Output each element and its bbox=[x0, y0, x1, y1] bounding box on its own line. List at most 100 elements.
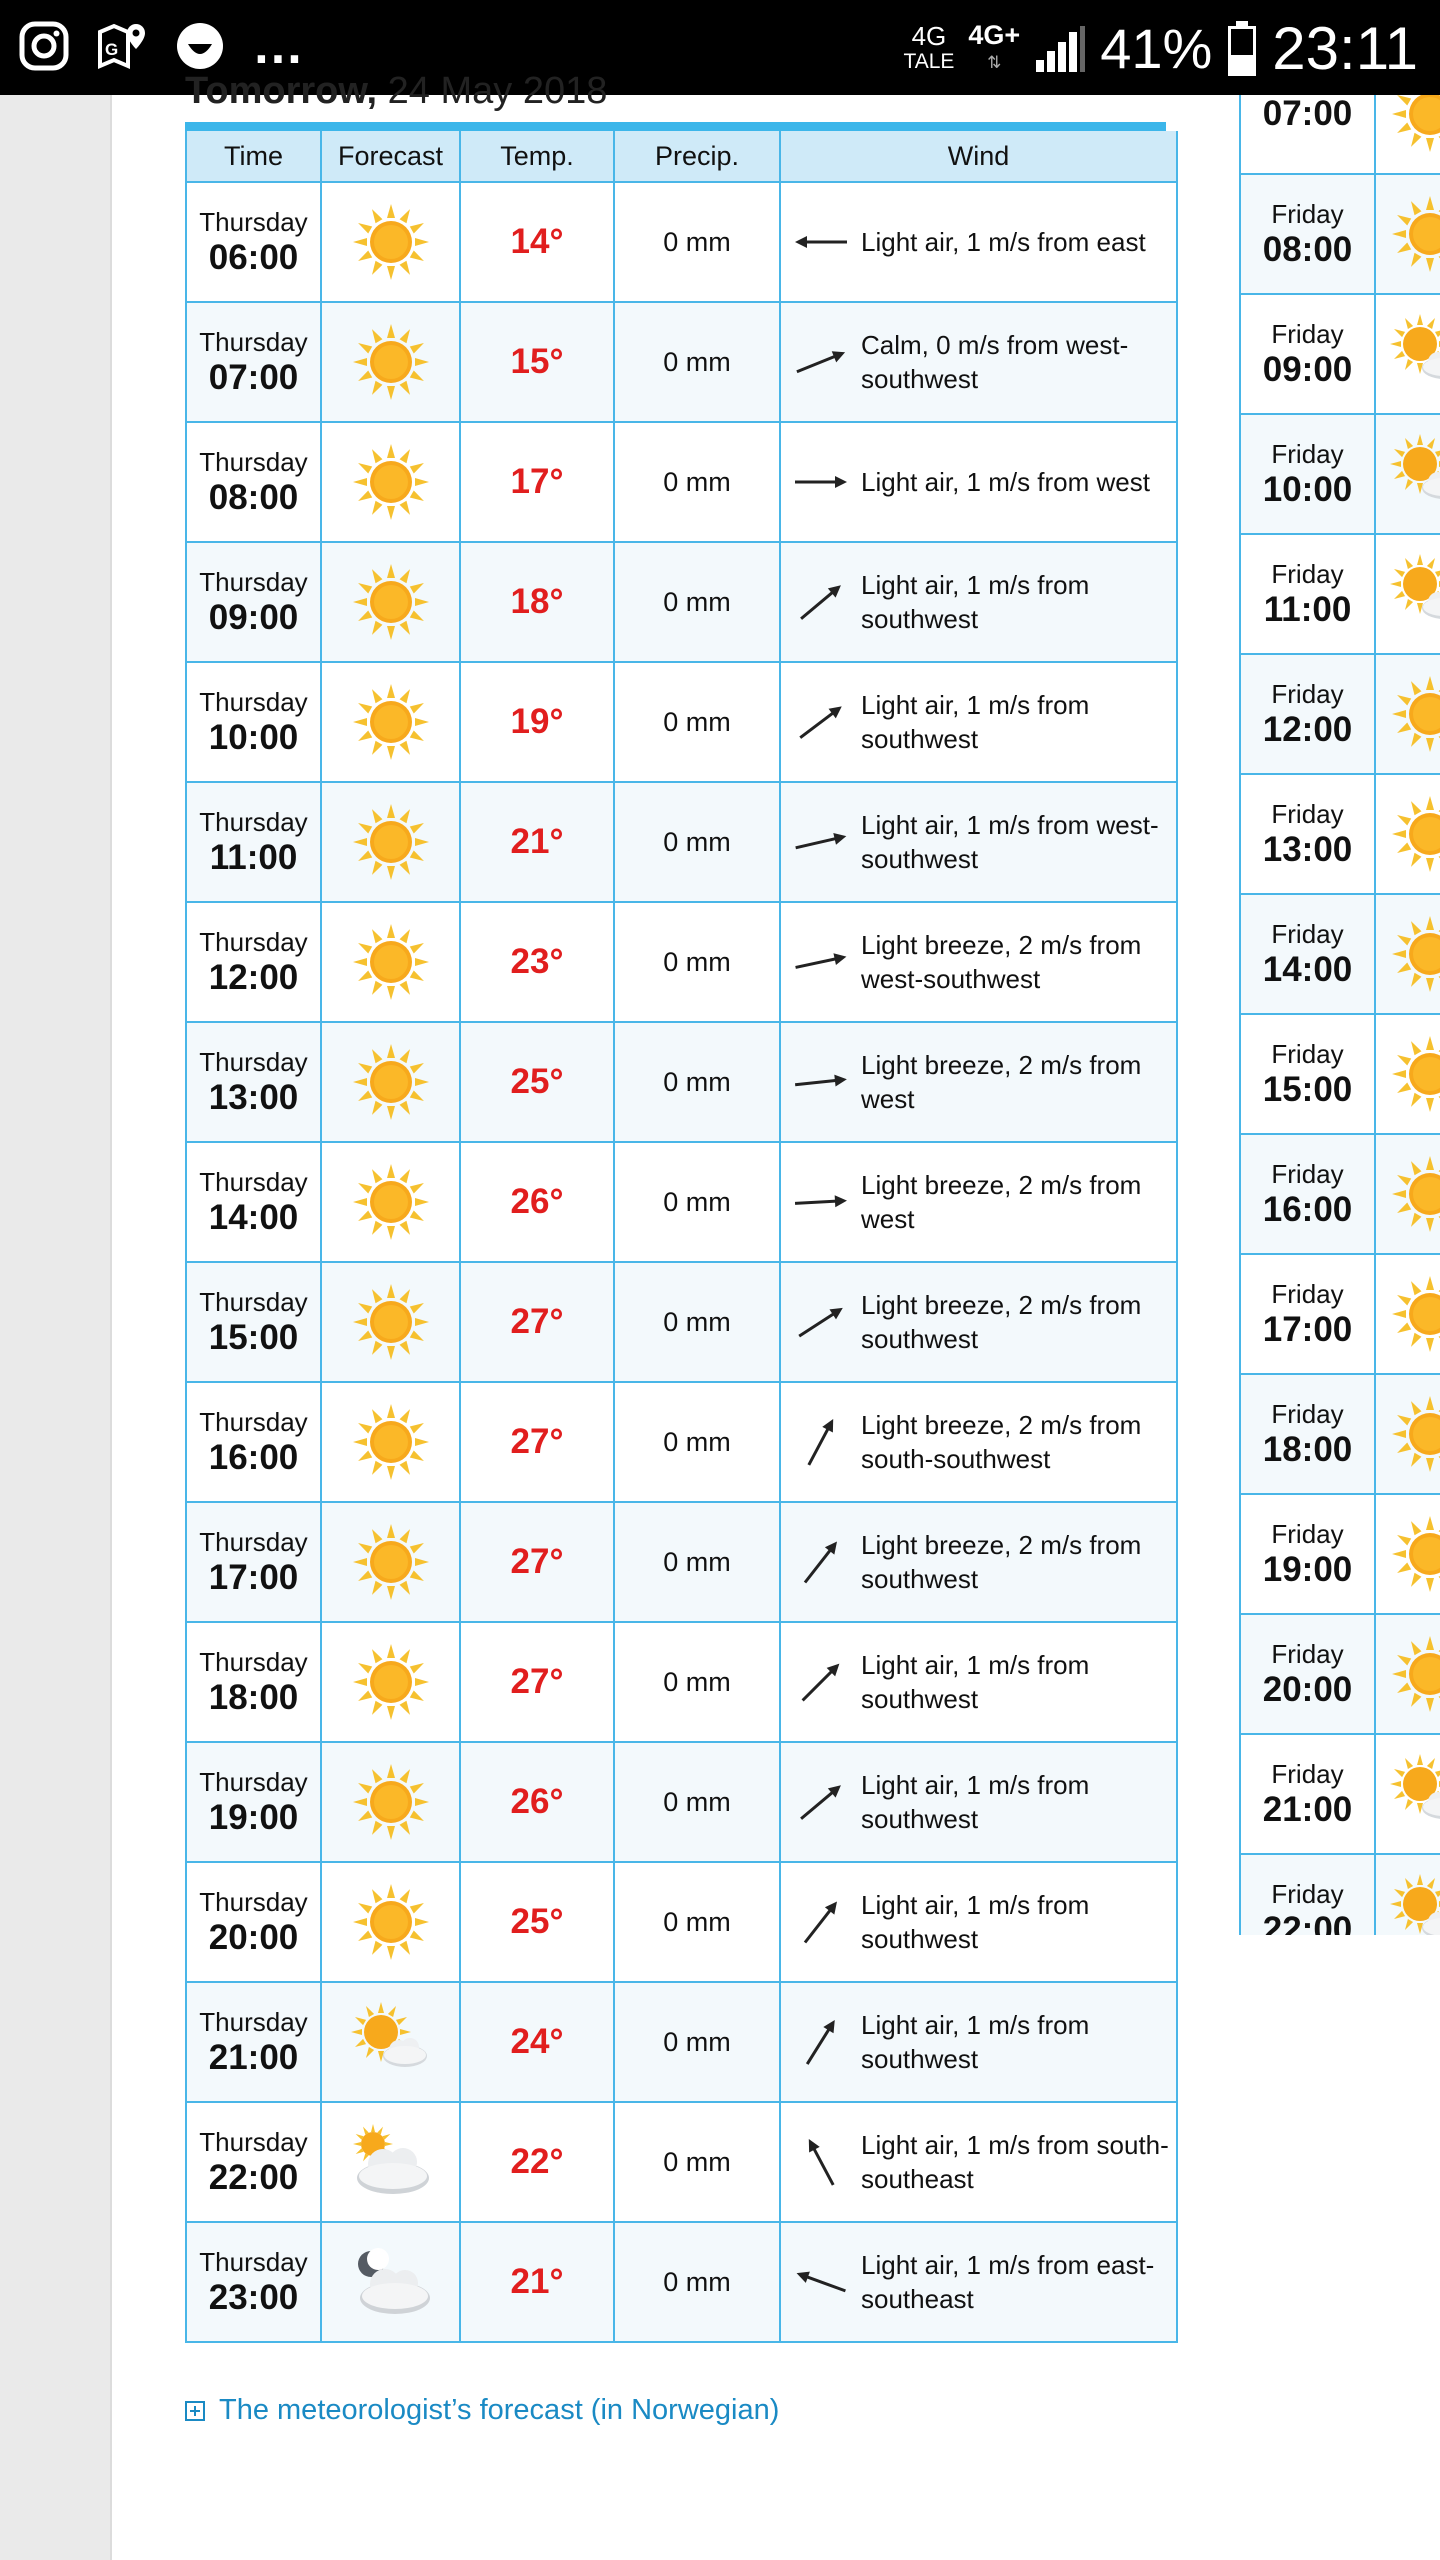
row-hour: 18:00 bbox=[1262, 1430, 1353, 1469]
moon-cloud-icon bbox=[349, 2240, 433, 2324]
next-day-row: Friday 16:00 bbox=[1239, 1133, 1440, 1255]
wind-description: Light air, 1 m/s from southwest bbox=[861, 1890, 1090, 1954]
time-cell: Thursday 15:00 bbox=[185, 1261, 322, 1383]
forecast-row: Thursday 08:00 17° 0 mm Light air, 1 m/s fro… bbox=[185, 421, 1178, 543]
notification-icons: G … bbox=[18, 20, 306, 72]
wind-cell: Light breeze, 2 m/s from west bbox=[779, 1021, 1178, 1143]
forecast-row: Thursday 10:00 19° 0 mm Light air, 1 m/s fro… bbox=[185, 661, 1178, 783]
meteorologist-link-text[interactable]: The meteorologist’s forecast (in Norwegi… bbox=[219, 2394, 779, 2427]
next-day-row: Friday 14:00 bbox=[1239, 893, 1440, 1015]
wind-description: Light air, 1 m/s from southwest bbox=[861, 1770, 1090, 1834]
temp-cell: 23° bbox=[459, 901, 615, 1023]
precip-cell: 0 mm bbox=[613, 1381, 781, 1503]
next-day-row: Friday 12:00 bbox=[1239, 653, 1440, 775]
next-day-row: Friday 11:00 bbox=[1239, 533, 1440, 655]
precipitation: 0 mm bbox=[663, 1306, 731, 1337]
signal-icon bbox=[1036, 25, 1086, 72]
temp-cell: 21° bbox=[459, 2221, 615, 2343]
wind-description: Calm, 0 m/s from west-southwest bbox=[861, 330, 1129, 394]
instagram-icon bbox=[19, 21, 69, 71]
sun-icon bbox=[1388, 1032, 1440, 1116]
sun-icon bbox=[1388, 672, 1440, 756]
wind-cell: Light air, 1 m/s from east-southeast bbox=[779, 2221, 1178, 2343]
sun-icon bbox=[349, 200, 433, 284]
forecast-cell bbox=[320, 1741, 461, 1863]
row-day: Thursday bbox=[199, 1767, 308, 1797]
temperature: 25° bbox=[510, 1062, 564, 1101]
sun-icon bbox=[349, 1040, 433, 1124]
wind-description: Light air, 1 m/s from southwest bbox=[861, 1650, 1090, 1714]
maps-icon: G bbox=[98, 23, 145, 70]
next-day-table: 07:00 Friday 08:00 Friday 09:00 Friday 10:00 Fr… bbox=[1239, 95, 1440, 1935]
time-cell: Friday 14:00 bbox=[1239, 893, 1376, 1015]
forecast-cell bbox=[320, 1981, 461, 2103]
time-cell: Thursday 19:00 bbox=[185, 1741, 322, 1863]
row-day: Friday bbox=[1271, 919, 1344, 949]
precipitation: 0 mm bbox=[663, 2266, 731, 2297]
sun-icon bbox=[1388, 792, 1440, 876]
sun-icon bbox=[349, 1520, 433, 1604]
hourly-forecast-table: Time Forecast Temp. Precip. Wind Thursda… bbox=[185, 131, 1178, 2343]
temperature: 21° bbox=[510, 822, 564, 861]
wind-cell: Light air, 1 m/s from southwest bbox=[779, 541, 1178, 663]
wind-arrow-icon bbox=[781, 1890, 861, 1954]
wind-arrow-icon bbox=[781, 1290, 861, 1354]
wind-arrow-icon bbox=[781, 930, 861, 994]
row-hour: 20:00 bbox=[1262, 1670, 1353, 1709]
temp-cell: 27° bbox=[459, 1261, 615, 1383]
sun-icon bbox=[349, 920, 433, 1004]
row-hour: 23:00 bbox=[208, 2278, 299, 2317]
row-day: Friday bbox=[1271, 199, 1344, 229]
row-hour: 08:00 bbox=[208, 478, 299, 517]
forecast-row: Thursday 07:00 15° 0 mm Calm, 0 m/s from wes… bbox=[185, 301, 1178, 423]
more-notifications-icon: … bbox=[252, 17, 306, 75]
col-time-header: Time bbox=[185, 131, 322, 183]
clock: 23:11 bbox=[1272, 15, 1418, 82]
row-hour: 16:00 bbox=[1262, 1190, 1353, 1229]
row-day: Friday bbox=[1271, 1279, 1344, 1309]
precip-cell: 0 mm bbox=[613, 1861, 781, 1983]
expand-plus-icon[interactable] bbox=[185, 2400, 205, 2421]
row-day: Thursday bbox=[199, 567, 308, 597]
next-day-row: Friday 19:00 bbox=[1239, 1493, 1440, 1615]
col-precip-header: Precip. bbox=[613, 131, 781, 183]
sun-cloud-icon bbox=[1388, 552, 1440, 636]
precip-cell: 0 mm bbox=[613, 301, 781, 423]
row-day: Thursday bbox=[199, 447, 308, 477]
time-cell: Thursday 07:00 bbox=[185, 301, 322, 423]
precip-cell: 0 mm bbox=[613, 1141, 781, 1263]
row-day: Thursday bbox=[199, 1887, 308, 1917]
heading-label: Tomorrow, bbox=[185, 70, 378, 112]
meteorologist-link[interactable]: The meteorologist’s forecast (in Norwegi… bbox=[185, 2394, 779, 2427]
sun-cloud-icon bbox=[1388, 312, 1440, 396]
next-day-row: Friday 10:00 bbox=[1239, 413, 1440, 535]
wind-cell: Light air, 1 m/s from southwest bbox=[779, 661, 1178, 783]
row-day: Friday bbox=[1271, 1519, 1344, 1549]
forecast-cell bbox=[1374, 1493, 1440, 1615]
forecast-cell bbox=[320, 661, 461, 783]
row-hour: 22:00 bbox=[1262, 1910, 1353, 1935]
sun-cloud-icon bbox=[1388, 1752, 1440, 1836]
row-hour: 11:00 bbox=[209, 838, 298, 877]
precipitation: 0 mm bbox=[663, 1666, 731, 1697]
temperature: 27° bbox=[510, 1542, 564, 1581]
sun-icon bbox=[349, 320, 433, 404]
forecast-cell bbox=[320, 1141, 461, 1263]
row-hour: 21:00 bbox=[208, 2038, 299, 2077]
row-hour: 21:00 bbox=[1262, 1790, 1353, 1829]
row-hour: 16:00 bbox=[208, 1438, 299, 1477]
wind-cell: Light air, 1 m/s from southwest bbox=[779, 1861, 1178, 1983]
temperature: 15° bbox=[510, 342, 564, 381]
wind-description: Light breeze, 2 m/s from southwest bbox=[861, 1290, 1142, 1354]
time-cell: Thursday 16:00 bbox=[185, 1381, 322, 1503]
wind-description: Light breeze, 2 m/s from west bbox=[861, 1050, 1142, 1114]
wind-arrow-icon bbox=[781, 2010, 861, 2074]
forecast-row: Thursday 18:00 27° 0 mm Light air, 1 m/s fro… bbox=[185, 1621, 1178, 1743]
precipitation: 0 mm bbox=[663, 1546, 731, 1577]
system-indicators: 4G TALE 4G+ ⇅ 41% 23:11 bbox=[903, 14, 1418, 83]
wind-arrow-icon bbox=[781, 1410, 861, 1474]
network-type: 4G bbox=[911, 20, 947, 51]
data-type: 4G+ bbox=[968, 19, 1021, 50]
sun-icon bbox=[1388, 1272, 1440, 1356]
temperature: 17° bbox=[510, 462, 564, 501]
